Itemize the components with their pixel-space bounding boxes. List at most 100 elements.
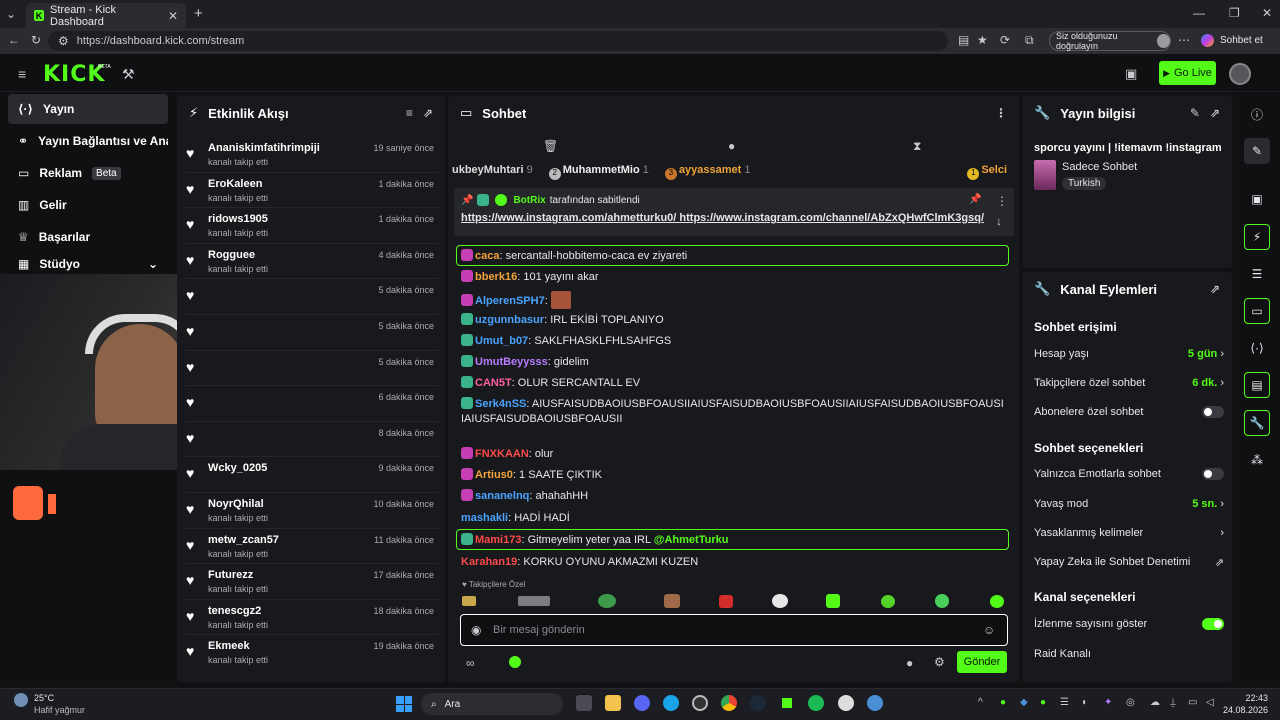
chat-mention[interactable]: @AhmetTurku [654, 534, 729, 546]
menu-icon[interactable]: ≡ [18, 66, 26, 82]
info-icon[interactable]: ⓘ [1244, 101, 1270, 127]
chat-username[interactable]: AlperenSPH7 [475, 295, 545, 307]
emote-5[interactable] [719, 595, 733, 608]
chat-username[interactable]: Artius0 [475, 469, 513, 481]
app-icon[interactable] [692, 695, 708, 711]
app-icon-2[interactable] [867, 695, 883, 711]
emote-10[interactable] [990, 595, 1004, 608]
show-viewers-toggle[interactable] [1202, 618, 1224, 630]
chat-username[interactable]: Karahan19 [461, 556, 517, 568]
emote-7[interactable] [826, 594, 840, 608]
onedrive-icon[interactable]: ☁ [1150, 697, 1160, 708]
new-tab-icon[interactable]: + [194, 5, 203, 22]
chat-username[interactable]: UmutBeyysss [475, 356, 548, 368]
activity-item[interactable]: ♥ EroKaleen kanalı takip etti 1 dakika önce [186, 176, 438, 212]
pencil-icon[interactable]: ✎ [1244, 138, 1270, 164]
wrench-rail-icon[interactable]: 🔧 [1244, 410, 1270, 436]
leader-item[interactable]: ukbeyMuhtari 9 [452, 164, 533, 180]
activity-name[interactable]: Wcky_0205 [208, 462, 267, 474]
send-button[interactable]: Gönder [957, 651, 1007, 673]
activity-name[interactable]: tenescgz2 [208, 605, 261, 617]
more-menu-icon[interactable]: ⋯ [1178, 33, 1190, 47]
file-explorer-icon[interactable] [605, 695, 621, 711]
chat-message[interactable]: Karahan19: KORKU OYUNU AKMAZMI KUZEN [461, 555, 1006, 570]
chat-message[interactable]: UmutBeyysss: gidelim [461, 355, 1006, 370]
activity-name[interactable]: metw_zcan57 [208, 534, 279, 546]
chat-message[interactable]: caca: sercantall-hobbitemo-caca ev ziyar… [461, 249, 1006, 264]
activity-item[interactable]: ♥ 5 dakika önce [186, 318, 438, 354]
close-tab-icon[interactable]: ✕ [168, 9, 178, 23]
chat-settings-bubble-icon[interactable]: ● [906, 656, 913, 670]
chrome-icon[interactable] [721, 695, 737, 711]
community-rail-icon[interactable]: ⁂ [1244, 447, 1270, 473]
mod-view-icon[interactable]: ▣ [1125, 66, 1137, 82]
back-icon[interactable]: ← [8, 33, 20, 47]
chat-more-icon[interactable]: ⋮ [995, 106, 1007, 120]
activity-item[interactable]: ♥ tenescgz2 kanalı takip etti 18 dakika önc… [186, 603, 438, 639]
reload-icon[interactable]: ↻ [31, 33, 41, 47]
copilot-icon[interactable] [1201, 34, 1214, 47]
chat-message[interactable]: Artius0: 1 SAATE ÇIKTIK [461, 468, 1006, 483]
account-age-option[interactable]: Hesap yaşı 5 gün › [1034, 346, 1224, 362]
pinned-link-2[interactable]: https://www.instagram.com/channel/AbZxQH… [679, 212, 984, 224]
community-icon[interactable]: ∞ [466, 656, 475, 670]
reader-icon[interactable]: ▤ [958, 33, 969, 47]
activity-item[interactable]: ♥ 6 dakika önce [186, 389, 438, 425]
emote-3[interactable] [598, 594, 616, 608]
subscribers-only-toggle[interactable] [1202, 406, 1224, 418]
chat-username[interactable]: Mami173 [475, 534, 521, 546]
activity-item[interactable]: ♥ ridows1905 kanalı takip etti 1 dakika önc… [186, 211, 438, 247]
obs-icon[interactable] [838, 695, 854, 711]
activity-item[interactable]: ♥ 5 dakika önce [186, 354, 438, 390]
sidebar-item-stream-key[interactable]: ⚭ Yayın Bağlantısı ve Anahtar [8, 126, 168, 156]
kick-app-icon[interactable] [779, 695, 795, 711]
media-icon[interactable]: ▣ [1244, 186, 1270, 212]
activity-name[interactable]: NoyrQhilal [208, 498, 264, 510]
chat-message[interactable]: FNXKAAN: olur [461, 447, 1006, 462]
weather-icon[interactable] [14, 693, 28, 707]
discord-icon[interactable] [634, 695, 650, 711]
tray-icon-5[interactable]: ◐ [1082, 697, 1088, 708]
pinned-more-icon[interactable]: ⋮ [996, 194, 1008, 208]
hourglass-icon[interactable]: ⧗ [913, 139, 921, 154]
site-info-icon[interactable]: ⚙ [58, 34, 69, 48]
leader-item[interactable]: 1 Selci [967, 164, 1007, 180]
chat-input[interactable]: Bir mesaj gönderin [493, 624, 585, 636]
popout-icon[interactable]: ⇗ [423, 106, 433, 120]
kick-logo[interactable]: KICK [43, 62, 105, 87]
ai-moderation-option[interactable]: Yapay Zeka ile Sohbet Denetimi ⇗ [1034, 554, 1224, 570]
activity-item[interactable]: ♥ Ekmeek kanalı takip etti 19 dakika önce [186, 638, 438, 674]
chat-username[interactable]: mashakli [461, 512, 508, 524]
tools-icon[interactable]: ⚒ [122, 66, 135, 83]
emote-4[interactable] [664, 594, 680, 608]
activity-name[interactable]: Futurezz [208, 569, 253, 581]
chat-username[interactable]: uzgunnbasur [475, 314, 544, 326]
copilot-chat-label[interactable]: Sohbet et [1220, 35, 1263, 46]
emotes-only-toggle[interactable] [1202, 468, 1224, 480]
chat-message[interactable]: sananelnq: ahahahHH [461, 489, 1006, 504]
address-bar[interactable]: ⚙ https://dashboard.kick.com/stream [48, 31, 948, 51]
activity-item[interactable]: ♥ Ananiskimfatihrimpiji kanalı takip etti 1… [186, 140, 438, 176]
slow-mode-option[interactable]: Yavaş mod 5 sn. › [1034, 496, 1224, 512]
user-avatar[interactable] [1229, 63, 1251, 85]
weather-temp[interactable]: 25°C [34, 693, 54, 703]
chat-message[interactable]: mashakli: HADİ HADİ [461, 511, 1006, 526]
collections-icon[interactable]: ⧉ [1025, 33, 1034, 48]
activity-item[interactable]: ♥ 8 dakika önce [186, 425, 438, 461]
stream-info-rail-icon[interactable]: ▤ [1244, 372, 1270, 398]
chat-message[interactable]: Serk4nSS: AIUSFAISUDBAOIUSBFOAUSIIAIUSFA… [461, 397, 1006, 427]
chat-message[interactable]: bberk16: 101 yayını akar [461, 270, 1006, 285]
sidebar-item-ads[interactable]: ▭ Reklam Beta [8, 158, 168, 188]
raid-channel-option[interactable]: Raid Kanalı [1034, 646, 1224, 662]
spotify-icon[interactable] [808, 695, 824, 711]
sidebar-item-achievements[interactable]: ♕ Başarılar [8, 222, 168, 252]
pinned-link-1[interactable]: https://www.instagram.com/ahmetturku0/ [461, 212, 676, 224]
tray-icon-3[interactable]: ● [1040, 697, 1046, 708]
chat-rail-icon[interactable]: ▭ [1244, 298, 1270, 324]
volume-icon[interactable]: ◁ [1206, 697, 1214, 708]
emote-9[interactable] [935, 594, 949, 608]
activity-name[interactable]: Ekmeek [208, 640, 250, 652]
tray-icon-1[interactable]: ● [1000, 697, 1006, 708]
channel-actions-popout-icon[interactable]: ⇗ [1210, 282, 1220, 296]
windows-start-icon[interactable] [396, 696, 412, 712]
